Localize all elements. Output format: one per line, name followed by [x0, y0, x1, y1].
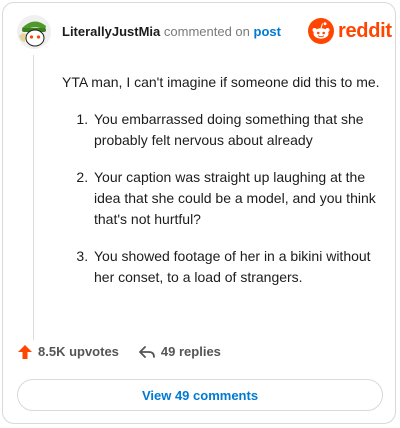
upvote-button[interactable]: 8.5K upvotes: [18, 344, 119, 359]
comment-footer: 8.5K upvotes 49 replies: [18, 344, 241, 359]
user-avatar[interactable]: [16, 14, 52, 50]
comment-point: You showed footage of her in a bikini wi…: [92, 246, 382, 288]
comment-intro: YTA man, I can't imagine if someone did …: [62, 74, 380, 90]
username-link[interactable]: LiterallyJustMia: [62, 24, 160, 39]
comment-body: YTA man, I can't imagine if someone did …: [62, 72, 382, 304]
action-text: commented on: [163, 24, 250, 39]
comment-header: LiterallyJustMia commented on post: [62, 24, 281, 39]
view-comments-button[interactable]: View 49 comments: [17, 379, 383, 411]
comment-point: You embarrassed doing something that she…: [92, 109, 382, 151]
reply-button[interactable]: 49 replies: [139, 344, 221, 359]
avatar-icon: [17, 15, 51, 49]
reddit-wordmark: reddit: [338, 19, 392, 42]
reply-arrow-icon: [139, 345, 155, 358]
reddit-logo[interactable]: reddit: [308, 18, 392, 44]
reply-count: 49 replies: [160, 344, 221, 359]
comment-point: Your caption was straight up laughing at…: [92, 167, 382, 230]
comment-points: You embarrassed doing something that she…: [62, 109, 382, 288]
arrow-up-icon: [18, 344, 32, 359]
thread-line: [33, 55, 34, 340]
upvote-count: 8.5K upvotes: [38, 344, 119, 359]
reddit-snoo-icon: [308, 18, 334, 44]
post-link[interactable]: post: [254, 24, 281, 39]
